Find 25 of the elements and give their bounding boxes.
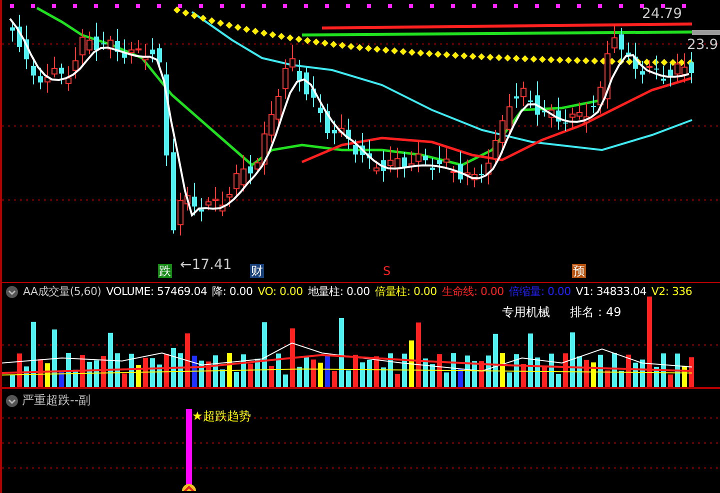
- indicator-value: 倍量柱: 0.00: [374, 284, 437, 299]
- panel-title: 严重超跌--副: [22, 392, 91, 409]
- rank-label: 排名：49: [570, 304, 622, 321]
- price-label: 23.9: [687, 38, 718, 52]
- industry-label: 专用机械: [502, 304, 550, 321]
- indicator-value: V1: 34833.04: [576, 285, 646, 298]
- signal-marker: S: [382, 264, 392, 278]
- level-marker: [692, 30, 720, 35]
- signal-marker: 跌: [158, 264, 172, 278]
- signal-label: ★超跌趋势: [192, 408, 251, 425]
- price-label: ←17.41: [180, 258, 232, 272]
- indicator-value: 生命线: 0.00: [442, 284, 504, 299]
- collapse-icon[interactable]: [6, 394, 18, 406]
- indicator-value: AA成交量(5,60): [23, 284, 102, 299]
- indicator-value: 降: 0.00: [212, 284, 253, 299]
- indicator-value: V2: 336: [651, 285, 692, 298]
- price-label: 24.79: [642, 7, 682, 21]
- signal-marker: 预: [572, 264, 586, 278]
- indicator-value: 倍缩量: 0.00: [508, 284, 571, 299]
- indicator-value: VO: 0.00: [258, 285, 303, 298]
- up-arrow-icon: [182, 484, 196, 491]
- indicator-value: VOLUME: 57469.04: [106, 285, 208, 298]
- signal-marker: 财: [250, 264, 264, 278]
- indicator-value: 地量柱: 0.00: [308, 284, 370, 299]
- collapse-icon[interactable]: [6, 286, 18, 298]
